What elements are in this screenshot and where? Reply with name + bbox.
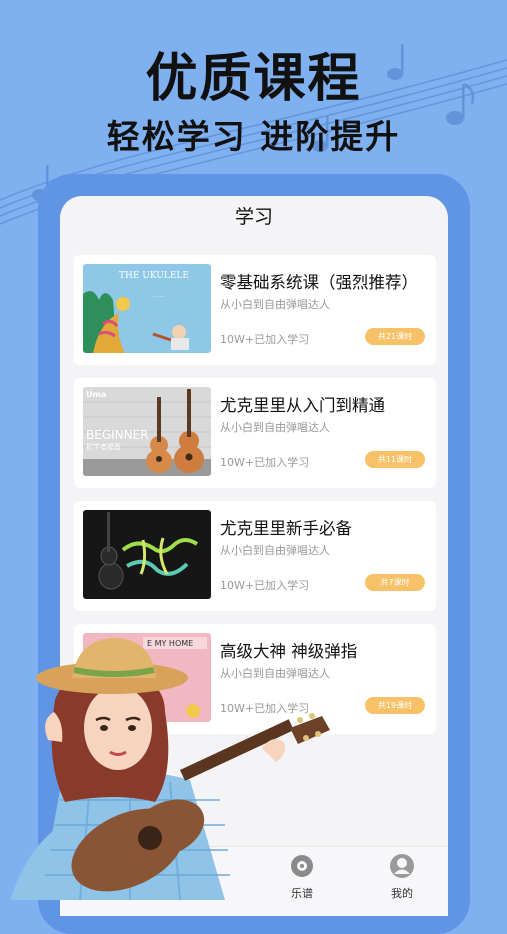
- course-thumbnail: [83, 510, 211, 599]
- thumbnail-caption-2: 初学者福音: [86, 442, 121, 451]
- brand-logo-text: Uma: [86, 390, 106, 399]
- tab-profile[interactable]: 我的: [372, 853, 432, 901]
- lesson-count-badge: 共21课时: [365, 328, 425, 345]
- course-thumbnail: THE UKULELE ·······: [83, 264, 211, 353]
- course-card[interactable]: Uma BEGINNER 初学者福音 尤克里里从入门到精通 从小白到自由弹唱达人…: [74, 378, 436, 488]
- course-card[interactable]: THE UKULELE ······· 零基础系统课（强烈推荐） 从小白到自由弹…: [74, 255, 436, 365]
- learner-count: 10W+已加入学习: [220, 333, 310, 346]
- thumbnail-caption: THE UKULELE: [119, 271, 189, 281]
- lesson-count-badge: 共11课时: [365, 451, 425, 468]
- svg-text:·······: ·······: [153, 294, 165, 300]
- course-subtitle: 从小白到自由弹唱达人: [220, 544, 330, 557]
- profile-icon: [390, 854, 414, 878]
- page-title: 学习: [234, 206, 273, 228]
- course-title: 尤克里里从入门到精通: [220, 396, 385, 415]
- lesson-count-badge: 共7课时: [365, 574, 425, 591]
- girl-with-ukulele-illustration: [10, 638, 330, 900]
- subheadline: 轻松学习 进阶提升: [106, 117, 401, 156]
- learner-count: 10W+已加入学习: [220, 456, 310, 469]
- course-title: 尤克里里新手必备: [220, 519, 352, 538]
- course-thumbnail: Uma BEGINNER 初学者福音: [83, 387, 211, 476]
- tab-label: 我的: [391, 887, 413, 900]
- thumbnail-caption: BEGINNER: [86, 428, 149, 442]
- headline: 优质课程: [145, 49, 362, 109]
- course-subtitle: 从小白到自由弹唱达人: [220, 421, 330, 434]
- lesson-count-badge: 共19课时: [365, 697, 425, 714]
- course-subtitle: 从小白到自由弹唱达人: [220, 298, 330, 311]
- learner-count: 10W+已加入学习: [220, 579, 310, 592]
- course-title: 零基础系统课（强烈推荐）: [220, 273, 418, 292]
- course-card[interactable]: 尤克里里新手必备 从小白到自由弹唱达人 10W+已加入学习 共7课时: [74, 501, 436, 611]
